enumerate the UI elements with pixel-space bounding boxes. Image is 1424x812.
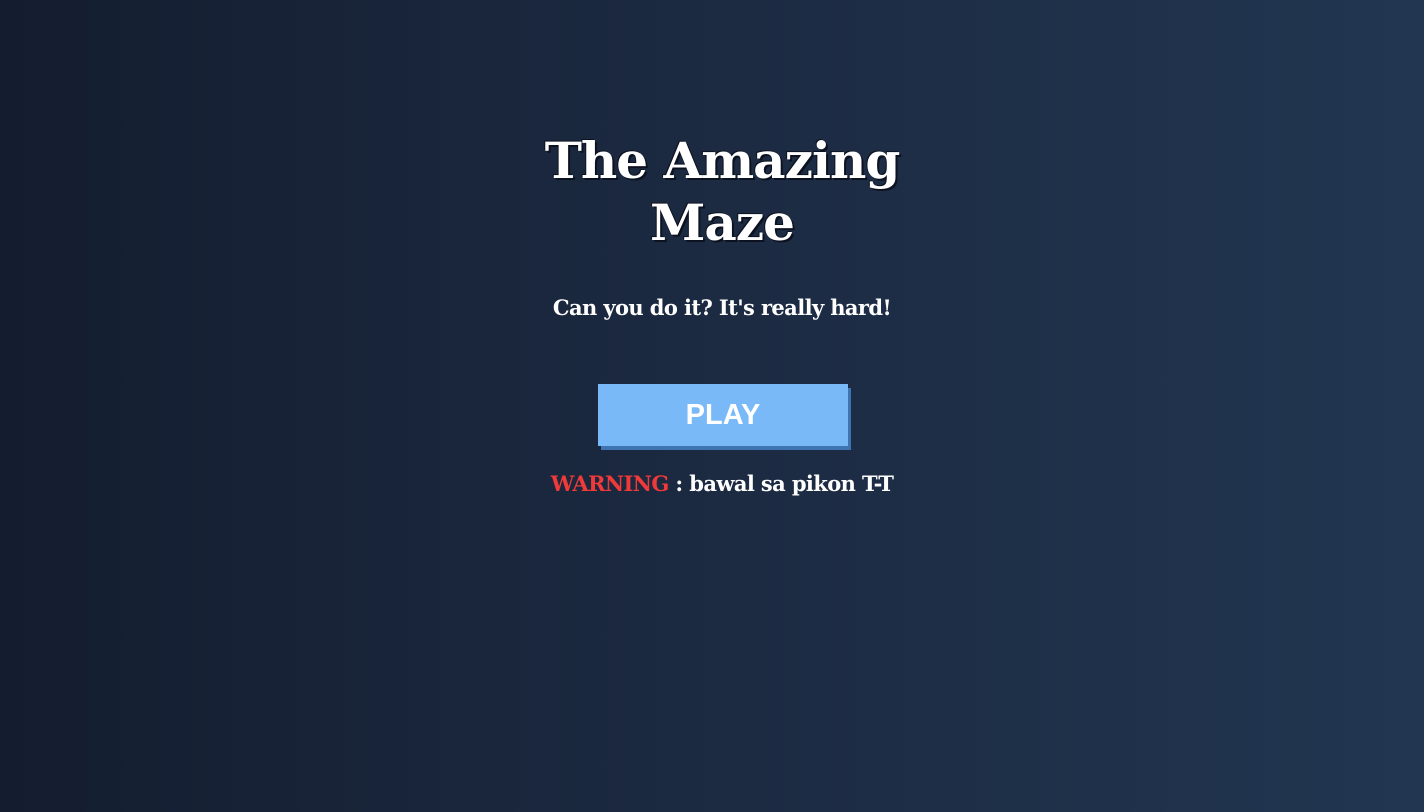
game-title-line-2: Maze	[650, 193, 795, 252]
warning-text: : bawal sa pikon T-T	[668, 471, 894, 496]
warning-label: WARNING	[550, 471, 670, 496]
game-title: The Amazing Maze	[522, 130, 922, 254]
main-menu-screen: The Amazing Maze Can you do it? It's rea…	[0, 0, 1424, 812]
game-title-line-1: The Amazing	[544, 131, 901, 190]
play-button[interactable]: PLAY	[598, 384, 848, 446]
game-subtitle: Can you do it? It's really hard!	[552, 295, 892, 320]
warning-message: WARNING : bawal sa pikon T-T	[462, 469, 982, 499]
